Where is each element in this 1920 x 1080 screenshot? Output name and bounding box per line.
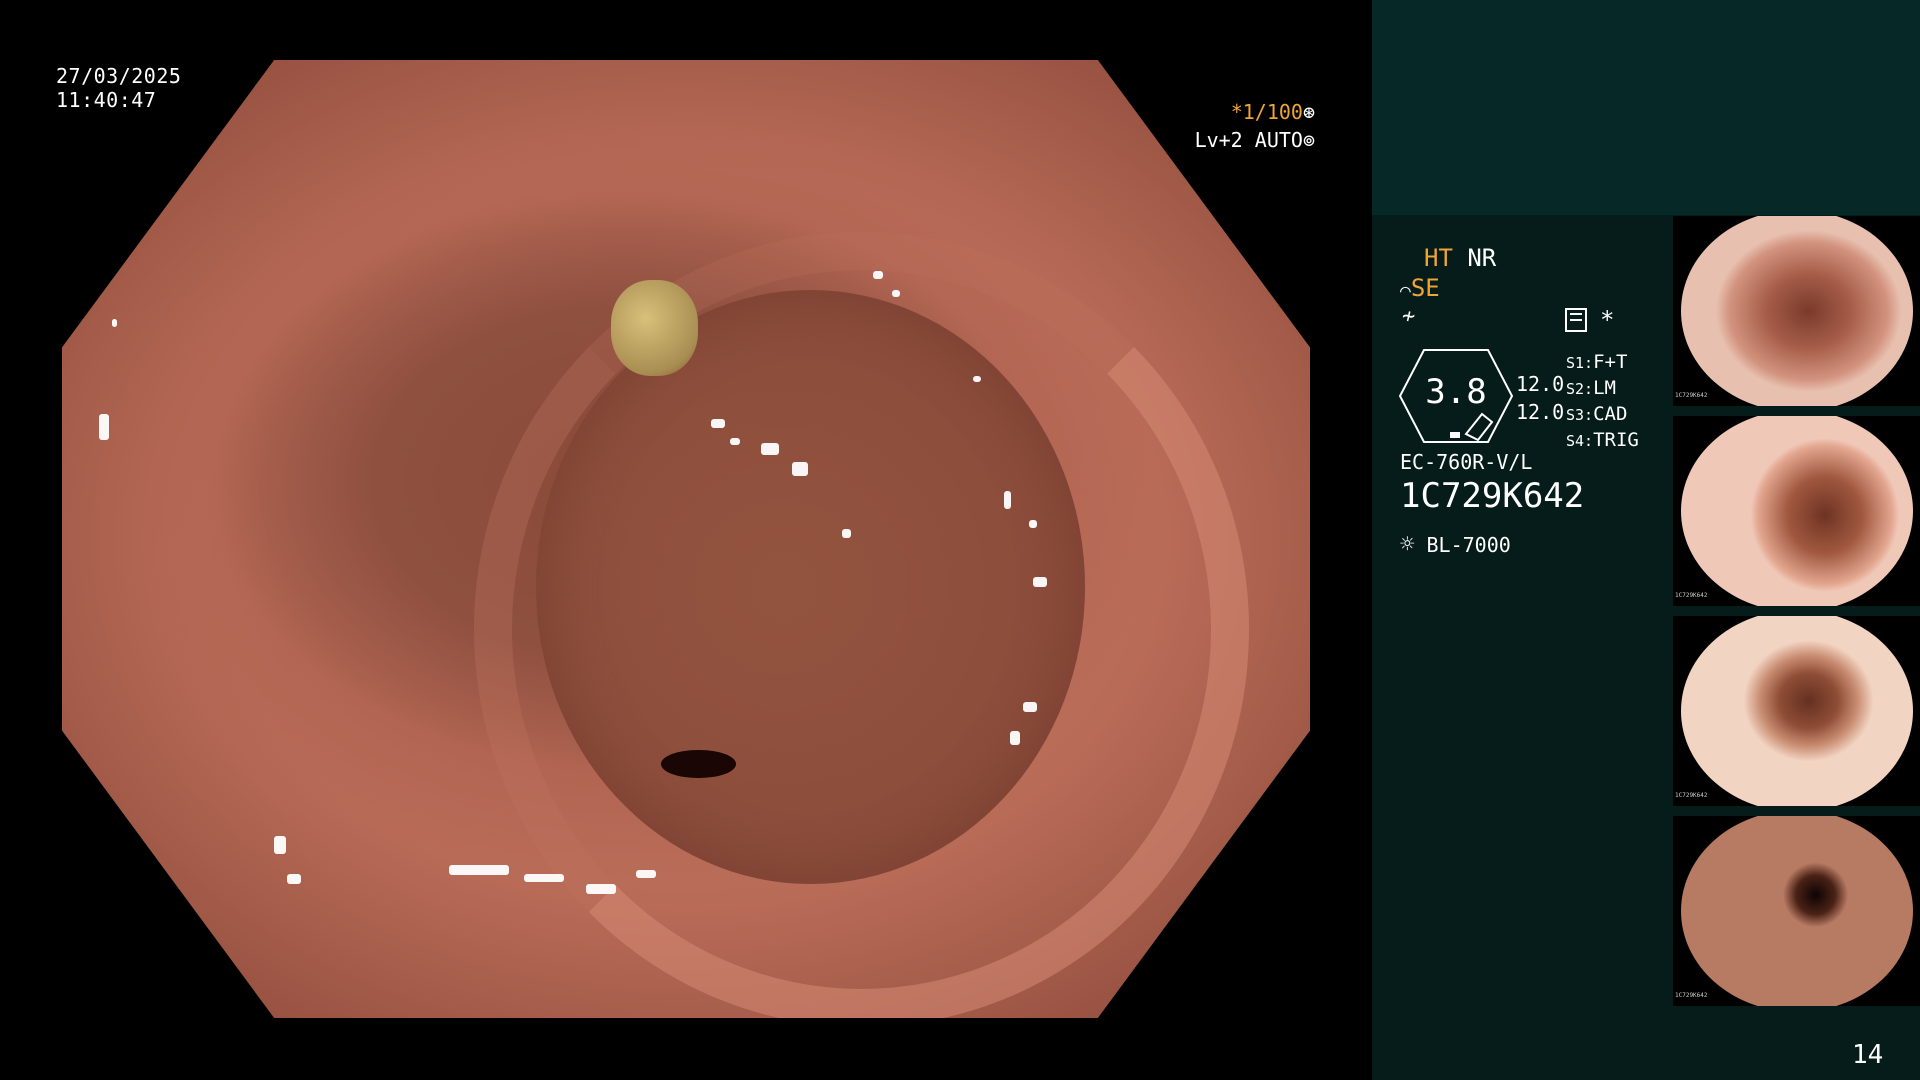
auto-value: AUTO — [1254, 128, 1303, 152]
endoscope-view — [62, 60, 1310, 1018]
memo-icon — [1565, 308, 1587, 332]
time-label: 11:40:47 — [56, 88, 157, 112]
switch-row: S2:LM — [1566, 377, 1616, 399]
date-label: 27/03/2025 — [56, 64, 182, 88]
thumbnail-3[interactable]: 1C729K642 — [1673, 616, 1920, 806]
param-1: 12.0 — [1516, 372, 1565, 396]
ht-label: HT — [1424, 244, 1453, 272]
switch-list: S1:F+T S2:LM S3:CAD S4:TRIG — [1566, 350, 1639, 454]
se-row: ⌒SE — [1400, 274, 1440, 302]
thumbnail-2[interactable]: 1C729K642 — [1673, 416, 1920, 606]
light-source-icon: ☼ — [1400, 530, 1415, 558]
lumen — [536, 289, 1086, 884]
thumbnail-serial: 1C729K642 — [1675, 592, 1708, 599]
asterisk-label: * — [1600, 306, 1615, 334]
switch-row: S4:TRIG — [1566, 429, 1639, 451]
thumbnail-serial: 1C729K642 — [1675, 792, 1708, 799]
level-value: Lv+2 — [1194, 128, 1243, 152]
param-2: 12.0 — [1516, 400, 1565, 424]
thumbnail-1[interactable]: 1C729K642 — [1673, 216, 1920, 406]
shutter-readout: *1/100⊛ — [1231, 100, 1315, 124]
light-source-row: ☼ BL-7000 — [1400, 530, 1511, 558]
ht-nr-row: HT NR — [1424, 244, 1496, 272]
thumbnail-serial: 1C729K642 — [1675, 392, 1708, 399]
scope-model: EC-760R-V/L — [1400, 450, 1533, 474]
debris — [611, 280, 699, 377]
shutter-value: *1/100 — [1230, 100, 1303, 124]
zoom-value: 3.8 — [1425, 372, 1487, 412]
exposure-readout: Lv+2 AUTO⊚ — [1195, 128, 1315, 152]
se-label: SE — [1410, 274, 1440, 302]
nr-label: NR — [1467, 244, 1497, 272]
iris-icon: ⊚ — [1302, 128, 1315, 152]
scope-serial: 1C729K642 — [1400, 476, 1585, 516]
light-source-label: BL-7000 — [1426, 533, 1511, 557]
enhance-icon: ⌒ — [1400, 280, 1411, 301]
shutter-icon: ⊛ — [1302, 100, 1315, 124]
panel-header-area — [1372, 0, 1920, 215]
switch-row: S1:F+T — [1566, 351, 1628, 373]
image-count: 14 — [1852, 1040, 1884, 1070]
thumbnail-serial: 1C729K642 — [1675, 992, 1708, 999]
thumbnail-4[interactable]: 1C729K642 — [1673, 816, 1920, 1006]
switch-row: S3:CAD — [1566, 403, 1628, 425]
filter-icon: ≁ — [1402, 304, 1416, 329]
